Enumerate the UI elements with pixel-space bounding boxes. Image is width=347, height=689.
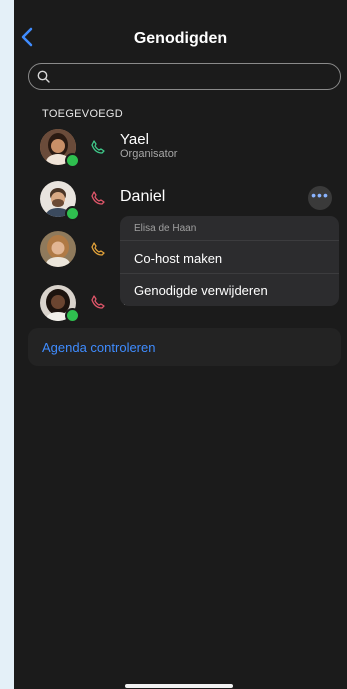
search-input[interactable] xyxy=(55,66,339,88)
call-declined-icon xyxy=(91,191,105,205)
divider xyxy=(120,240,339,241)
more-options-button[interactable]: ••• xyxy=(308,186,332,210)
menu-header: Elisa de Haan xyxy=(134,223,197,234)
participant-context-menu: Elisa de Haan Co-host maken Genodigde ve… xyxy=(120,216,339,306)
online-status-dot xyxy=(65,153,80,168)
participant-role: Organisator xyxy=(120,148,178,160)
remove-guest-menu-item[interactable]: Genodigde verwijderen xyxy=(120,275,339,305)
call-declined-icon xyxy=(91,295,105,309)
search-bar[interactable] xyxy=(28,63,341,90)
divider xyxy=(120,273,339,274)
make-cohost-menu-item[interactable]: Co-host maken xyxy=(120,243,339,273)
participant-row-yael[interactable]: Yael Organisator xyxy=(14,126,347,170)
online-status-dot xyxy=(65,206,80,221)
home-indicator xyxy=(125,684,233,688)
call-accepted-icon xyxy=(91,140,105,154)
agenda-card: Agenda controleren xyxy=(28,328,341,366)
participant-row-daniel[interactable]: Daniel xyxy=(14,176,347,221)
avatar xyxy=(40,231,76,267)
online-status-dot xyxy=(65,308,80,323)
app-screen: Genodigden TOEGEVOEGD Yael Organisator D… xyxy=(14,0,347,689)
section-label: TOEGEVOEGD xyxy=(42,108,124,120)
nav-bar: Genodigden xyxy=(14,22,347,56)
participant-name: Yael xyxy=(120,131,149,148)
search-icon xyxy=(37,70,50,83)
participant-name: Daniel xyxy=(120,188,166,205)
call-pending-icon xyxy=(91,242,105,256)
check-agenda-link[interactable]: Agenda controleren xyxy=(42,340,155,355)
page-title: Genodigden xyxy=(133,30,228,47)
